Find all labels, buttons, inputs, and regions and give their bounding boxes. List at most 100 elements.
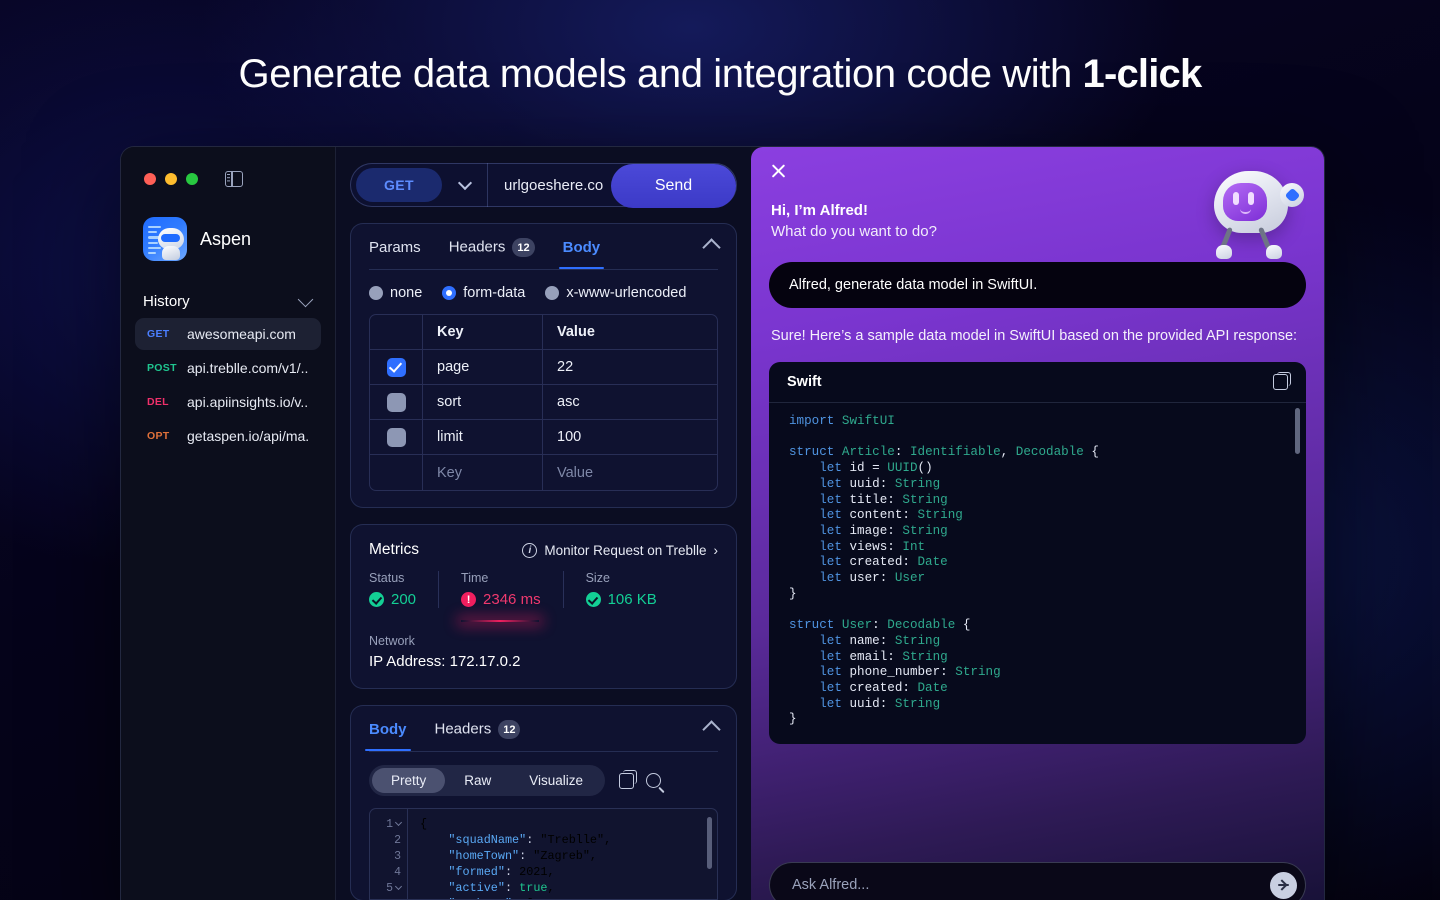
radio-dot: [442, 286, 456, 300]
headers-count-badge: 12: [498, 720, 520, 739]
param-key[interactable]: page: [423, 350, 543, 384]
history-section-header[interactable]: History: [143, 293, 321, 310]
line-number: 3: [394, 850, 401, 863]
history-item-0[interactable]: GET awesomeapi.com: [135, 318, 321, 350]
metric-size: Size 106 KB: [586, 571, 679, 608]
tab-body[interactable]: Body: [563, 239, 601, 268]
tab-response-headers[interactable]: Headers 12: [435, 720, 521, 751]
radio-form-data[interactable]: form-data: [442, 285, 525, 301]
method-badge: GET: [147, 328, 177, 340]
tab-label: Headers: [449, 238, 506, 255]
method-badge: DEL: [147, 396, 177, 408]
request-body-card: Params Headers 12 Body none form-data x-w…: [350, 223, 737, 508]
generated-code-card: Swift import SwiftUI struct Article: Ide…: [769, 362, 1306, 744]
param-key[interactable]: limit: [423, 420, 543, 454]
warning-icon: !: [461, 592, 476, 607]
header-check-cell: [370, 315, 423, 349]
history-url: awesomeapi.com: [187, 326, 296, 342]
history-item-3[interactable]: OPT getaspen.io/api/ma...: [135, 420, 321, 452]
window-controls: [144, 171, 321, 187]
param-value[interactable]: 22: [543, 350, 717, 384]
alfred-robot-mascot-icon: [1206, 161, 1306, 271]
response-card: Body Headers12 Pretty Raw Visualize 1: [350, 705, 737, 900]
params-table: Key Value page 22 sort asc limit 100: [369, 314, 718, 491]
metric-status: Status 200: [369, 571, 439, 608]
chevron-up-icon[interactable]: [702, 720, 720, 738]
row-checkbox[interactable]: [387, 358, 406, 377]
table-row: limit 100: [370, 420, 717, 455]
tab-label: Headers: [435, 720, 492, 737]
close-window-button[interactable]: [144, 173, 156, 185]
search-icon[interactable]: [646, 773, 661, 788]
history-item-1[interactable]: POST api.treblle.com/v1/...: [135, 352, 321, 384]
headers-count-badge: 12: [512, 238, 534, 257]
new-param-value-input[interactable]: Value: [543, 455, 717, 490]
chevron-up-icon[interactable]: [702, 238, 720, 256]
tab-label: Body: [369, 721, 407, 738]
code-language-label: Swift: [787, 374, 822, 390]
row-checkbox-cell: [370, 385, 423, 419]
tab-headers[interactable]: Headers 12: [449, 238, 535, 269]
radio-label: form-data: [463, 285, 525, 301]
alfred-ai-panel: Hi, I’m Alfred! What do you want to do? …: [751, 147, 1324, 900]
app-window: Aspen History GET awesomeapi.com POST ap…: [120, 146, 1325, 900]
aspen-app-icon: [143, 217, 187, 261]
tab-label: Body: [563, 239, 601, 256]
metric-alert-underline: [461, 620, 539, 622]
brand-name: Aspen: [200, 229, 251, 250]
response-view-toolbar: Pretty Raw Visualize: [369, 765, 718, 796]
info-icon: i: [522, 543, 537, 558]
response-tabs: Body Headers 12: [351, 706, 736, 751]
tab-params[interactable]: Params: [369, 239, 421, 268]
json-code[interactable]: { "squadName": "Treblle", "homeTown": "Z…: [408, 809, 717, 899]
scrollbar-thumb[interactable]: [707, 817, 712, 869]
radio-label: x-www-urlencoded: [566, 285, 686, 301]
copy-icon[interactable]: [619, 773, 634, 789]
zoom-window-button[interactable]: [186, 173, 198, 185]
chip-pretty[interactable]: Pretty: [372, 768, 445, 793]
fold-chevron-icon[interactable]: [395, 819, 402, 826]
param-key[interactable]: sort: [423, 385, 543, 419]
column-header-key: Key: [423, 315, 543, 349]
sidebar-toggle-icon[interactable]: [225, 171, 243, 187]
row-checkbox[interactable]: [387, 393, 406, 412]
success-icon: [369, 592, 384, 607]
chip-visualize[interactable]: Visualize: [510, 768, 602, 793]
close-icon[interactable]: [770, 162, 787, 179]
fold-chevron-icon[interactable]: [395, 883, 402, 890]
monitor-request-link[interactable]: i Monitor Request on Treblle ›: [522, 543, 718, 558]
table-row: sort asc: [370, 385, 717, 420]
arrow-right-circle-icon[interactable]: [1270, 872, 1297, 899]
param-value[interactable]: 100: [543, 420, 717, 454]
minimize-window-button[interactable]: [165, 173, 177, 185]
new-param-key-input[interactable]: Key: [423, 455, 543, 490]
swift-code[interactable]: import SwiftUI struct Article: Identifia…: [769, 403, 1306, 744]
history-item-2[interactable]: DEL api.apiinsights.io/v...: [135, 386, 321, 418]
send-button[interactable]: Send: [611, 164, 736, 208]
scrollbar-thumb[interactable]: [1295, 408, 1300, 454]
table-row: page 22: [370, 350, 717, 385]
param-value[interactable]: asc: [543, 385, 717, 419]
copy-icon[interactable]: [1273, 374, 1288, 390]
network-ip-address: IP Address: 172.17.0.2: [369, 653, 718, 670]
page-title: Generate data models and integration cod…: [0, 52, 1440, 97]
radio-dot: [369, 286, 383, 300]
tab-response-body[interactable]: Body: [369, 721, 407, 750]
method-selector[interactable]: GET: [356, 168, 442, 202]
ask-alfred-input[interactable]: Ask Alfred...: [792, 877, 1270, 893]
chevron-down-icon[interactable]: [458, 175, 472, 189]
table-header-row: Key Value: [370, 315, 717, 350]
metric-label: Size: [586, 571, 657, 585]
radio-none[interactable]: none: [369, 285, 422, 301]
row-checkbox-cell: [370, 420, 423, 454]
line-number: 4: [394, 866, 401, 879]
history-url: api.apiinsights.io/v...: [187, 394, 309, 410]
metric-value: 106 KB: [608, 591, 657, 608]
chevron-down-icon: [298, 292, 314, 308]
row-checkbox[interactable]: [387, 428, 406, 447]
request-panel: GET urlgoeshere.co Send Params Headers12…: [336, 147, 751, 900]
radio-x-www-urlencoded[interactable]: x-www-urlencoded: [545, 285, 686, 301]
chip-raw[interactable]: Raw: [445, 768, 510, 793]
method-badge: OPT: [147, 430, 177, 442]
table-row-empty: Key Value: [370, 455, 717, 490]
